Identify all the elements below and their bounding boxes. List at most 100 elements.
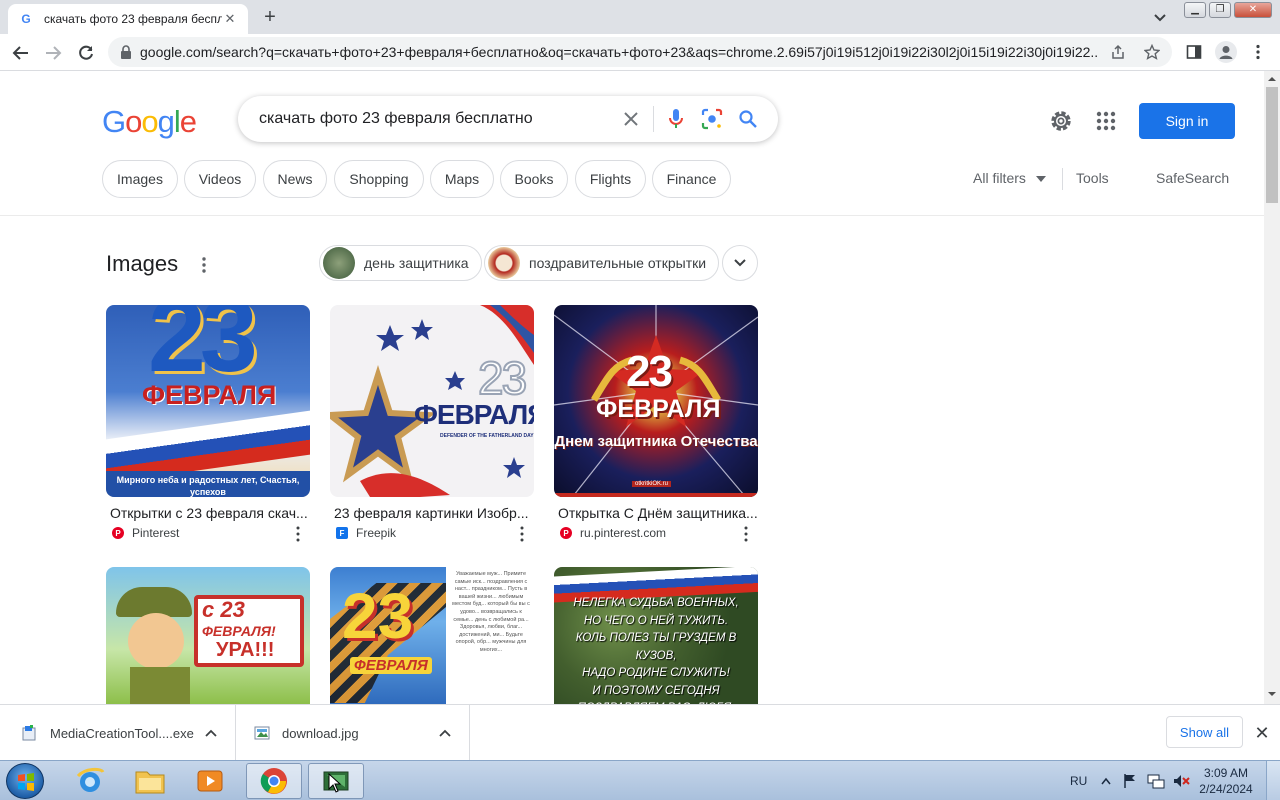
- taskbar-internet-explorer[interactable]: [62, 763, 118, 799]
- bookmark-star-icon[interactable]: [1144, 44, 1160, 60]
- more-options-icon[interactable]: [196, 255, 212, 275]
- scrollbar-thumb[interactable]: [1266, 87, 1278, 203]
- filter-chip-images[interactable]: Images: [102, 160, 178, 198]
- system-clock[interactable]: 3:09 AM 2/24/2024: [1196, 765, 1256, 797]
- image-thumbnail[interactable]: 23 ФЕВРАЛЯ Уважаемые муж... Примите самы…: [330, 567, 534, 704]
- search-box[interactable]: скачать фото 23 февраля бесплатно: [238, 96, 778, 142]
- reload-button[interactable]: [73, 40, 99, 66]
- expand-related-button[interactable]: [722, 245, 758, 281]
- close-window-button[interactable]: ✕: [1234, 2, 1272, 18]
- image-text-23: 23: [477, 351, 528, 405]
- image-source[interactable]: P ru.pinterest.com: [554, 526, 758, 540]
- filter-chip-videos[interactable]: Videos: [184, 160, 256, 198]
- filter-chip-finance[interactable]: Finance: [652, 160, 731, 198]
- image-subtext: DEFENDER OF THE FATHERLAND DAY: [440, 433, 534, 439]
- tab-search-chevron-icon[interactable]: [1150, 7, 1170, 27]
- header-divider: [0, 215, 1264, 216]
- image-result-card[interactable]: 23 ФЕВРАЛЯ Уважаемые муж... Примите самы…: [330, 567, 534, 704]
- taskbar-chrome[interactable]: [246, 763, 302, 799]
- image-result-card[interactable]: с 23 ФЕВРАЛЯ! УРА!!!: [106, 567, 310, 704]
- settings-gear-icon[interactable]: [1047, 107, 1075, 135]
- network-icon[interactable]: [1147, 773, 1165, 789]
- chevron-up-icon[interactable]: [205, 729, 217, 737]
- close-download-bar-icon[interactable]: ✕: [1252, 723, 1272, 743]
- google-apps-icon[interactable]: [1094, 109, 1118, 133]
- image-thumbnail[interactable]: 23 ФЕВРАЛЯ Мирного неба и радостных лет,…: [106, 305, 310, 497]
- scroll-down-arrow-icon[interactable]: [1264, 688, 1280, 700]
- sign-in-button[interactable]: Sign in: [1139, 103, 1235, 139]
- safesearch-button[interactable]: SafeSearch: [1156, 170, 1229, 186]
- related-chip-otkrytki[interactable]: поздравительные открытки: [484, 245, 720, 281]
- forward-button[interactable]: [40, 40, 66, 66]
- clear-search-icon[interactable]: [613, 101, 649, 137]
- show-all-downloads-button[interactable]: Show all: [1166, 716, 1243, 748]
- download-bar: MediaCreationTool....exe download.jpg Sh…: [0, 704, 1280, 761]
- browser-tab[interactable]: G скачать фото 23 февраля беспла ✕: [8, 4, 248, 34]
- poem-text: НЕЛЕГКА СУДЬБА ВОЕННЫХ, НО ЧЕГО О НЕЙ ТУЖ…: [554, 595, 758, 704]
- filter-chip-news[interactable]: News: [263, 160, 327, 198]
- reload-icon: [79, 45, 93, 60]
- image-caption[interactable]: 23 февраля картинки Изобр...: [330, 505, 534, 521]
- image-result-card[interactable]: 23 ФЕВРАЛЯ Днем защитника Отечества otkr…: [554, 305, 758, 543]
- image-source[interactable]: P Pinterest: [106, 526, 310, 540]
- lock-icon[interactable]: [120, 45, 132, 59]
- back-button[interactable]: [8, 40, 34, 66]
- side-panel-icon[interactable]: [1186, 44, 1202, 60]
- image-caption[interactable]: Открытка С Днём защитника...: [554, 505, 758, 521]
- show-desktop-button[interactable]: [1266, 761, 1280, 800]
- image-more-icon[interactable]: [290, 525, 306, 543]
- image-result-card[interactable]: 23 ФЕВРАЛЯ Мирного неба и радостных лет,…: [106, 305, 310, 543]
- image-thumbnail[interactable]: НЕЛЕГКА СУДЬБА ВОЕННЫХ, НО ЧЕГО О НЕЙ ТУЖ…: [554, 567, 758, 704]
- logo-letter: g: [157, 104, 175, 139]
- image-source[interactable]: F Freepik: [330, 526, 534, 540]
- logo-letter: o: [125, 104, 142, 139]
- search-submit-icon[interactable]: [730, 101, 766, 137]
- profile-avatar[interactable]: [1215, 41, 1237, 63]
- google-logo[interactable]: Google: [102, 104, 197, 140]
- tab-title: скачать фото 23 февраля беспла: [44, 12, 222, 26]
- language-indicator[interactable]: RU: [1070, 761, 1087, 800]
- related-chip-den-zashchitnika[interactable]: день защитника: [319, 245, 482, 281]
- image-thumbnail[interactable]: 23 ФЕВРАЛЯ DEFENDER OF THE FATHERLAND DA…: [330, 305, 534, 497]
- restore-button[interactable]: ❐: [1209, 2, 1231, 18]
- filter-chip-shopping[interactable]: Shopping: [334, 160, 424, 198]
- scroll-up-arrow-icon[interactable]: [1264, 73, 1280, 85]
- filter-chip-flights[interactable]: Flights: [575, 160, 646, 198]
- image-more-icon[interactable]: [738, 525, 754, 543]
- image-caption[interactable]: Открытки с 23 февраля скач...: [106, 505, 310, 521]
- lens-search-icon[interactable]: [694, 101, 730, 137]
- tray-expand-icon[interactable]: [1101, 777, 1111, 785]
- share-icon[interactable]: [1110, 44, 1126, 60]
- page-scrollbar[interactable]: [1264, 71, 1280, 704]
- image-more-icon[interactable]: [514, 525, 530, 543]
- image-thumbnail[interactable]: с 23 ФЕВРАЛЯ! УРА!!!: [106, 567, 310, 704]
- related-chip-thumbnail: [323, 247, 355, 279]
- download-item-download-jpg[interactable]: download.jpg: [236, 705, 470, 761]
- volume-muted-icon[interactable]: [1172, 773, 1190, 789]
- image-result-card[interactable]: 23 ФЕВРАЛЯ DEFENDER OF THE FATHERLAND DA…: [330, 305, 534, 543]
- image-result-card[interactable]: НЕЛЕГКА СУДЬБА ВОЕННЫХ, НО ЧЕГО О НЕЙ ТУЖ…: [554, 567, 758, 704]
- filter-chip-maps[interactable]: Maps: [430, 160, 494, 198]
- filter-chip-books[interactable]: Books: [500, 160, 568, 198]
- search-input[interactable]: скачать фото 23 февраля бесплатно: [259, 110, 613, 128]
- all-filters-button[interactable]: All filters: [973, 170, 1046, 186]
- taskbar-media-player[interactable]: [182, 763, 238, 799]
- download-item-mediacreationtool[interactable]: MediaCreationTool....exe: [0, 705, 236, 761]
- address-bar[interactable]: google.com/search?q=скачать+фото+23+февр…: [108, 37, 1172, 67]
- tab-close-icon[interactable]: ✕: [222, 11, 238, 27]
- chevron-up-icon[interactable]: [439, 729, 451, 737]
- chrome-menu-icon[interactable]: [1250, 43, 1266, 61]
- image-thumbnail[interactable]: 23 ФЕВРАЛЯ Днем защитника Отечества otkr…: [554, 305, 758, 497]
- download-filename: MediaCreationTool....exe: [50, 725, 194, 741]
- start-button[interactable]: [6, 763, 44, 799]
- minimize-button[interactable]: ▁: [1184, 2, 1206, 18]
- voice-search-icon[interactable]: [658, 101, 694, 137]
- action-center-flag-icon[interactable]: [1122, 773, 1138, 789]
- chevron-down-icon: [734, 259, 746, 267]
- taskbar-explorer[interactable]: [122, 763, 178, 799]
- filters-separator: [1062, 168, 1063, 190]
- image-text-fevralya: ФЕВРАЛЯ: [350, 657, 432, 674]
- tools-button[interactable]: Tools: [1076, 170, 1109, 186]
- logo-letter: e: [179, 104, 197, 139]
- new-tab-button[interactable]: +: [258, 6, 282, 30]
